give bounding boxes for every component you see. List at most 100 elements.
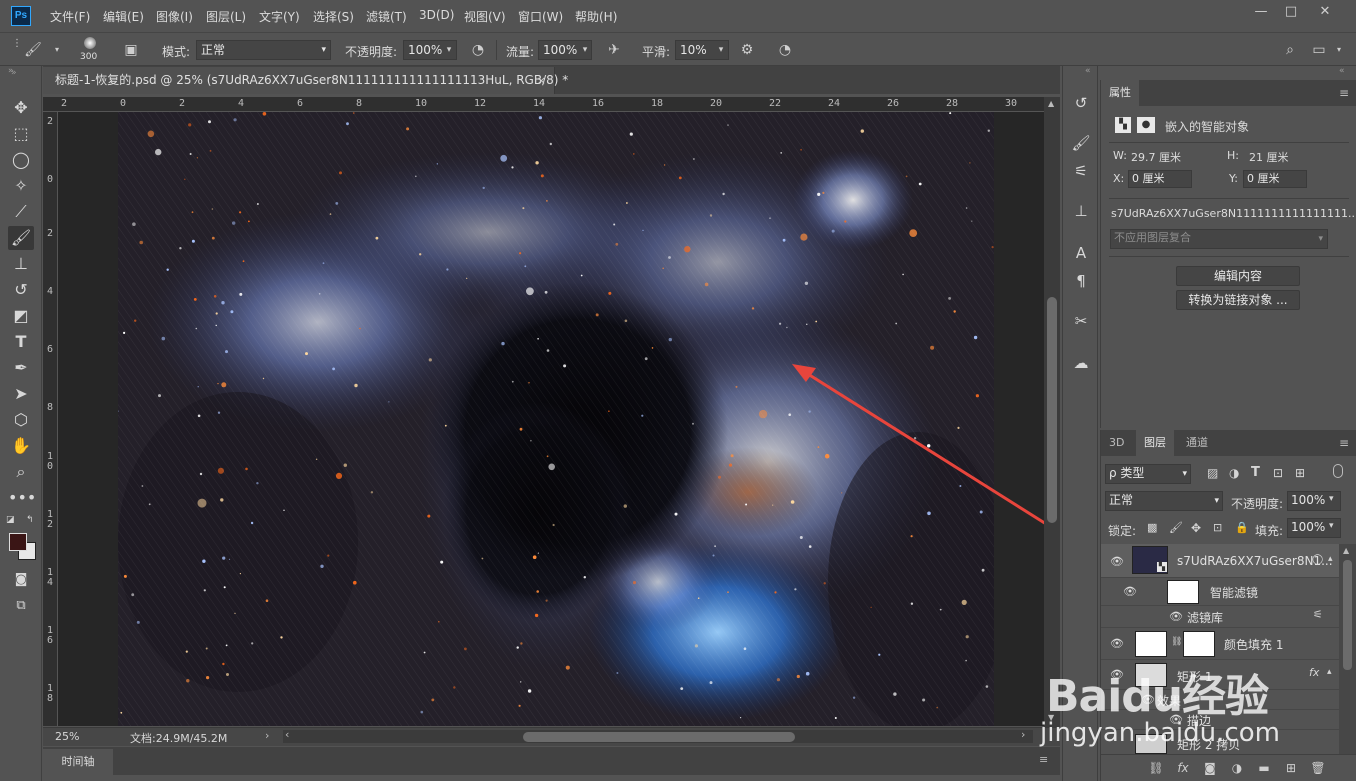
menu-edit[interactable]: 编辑(E)	[103, 8, 144, 25]
x-input[interactable]: 0 厘米	[1128, 170, 1192, 188]
eye-icon[interactable]: 👁	[1123, 585, 1137, 598]
lasso-tool-icon[interactable]: ◯	[8, 148, 34, 172]
airbrush-icon[interactable]: ✈	[605, 41, 623, 59]
maximize-button[interactable]: □	[1276, 2, 1306, 22]
chevron-down-icon[interactable]: ▾	[1330, 41, 1348, 59]
filter-blending-options-icon[interactable]: ⚟	[1313, 608, 1323, 621]
trash-icon[interactable]: 🗑	[1309, 760, 1327, 776]
filter-options-icon[interactable]: ◯	[1312, 554, 1323, 565]
new-group-icon[interactable]: ▬	[1255, 760, 1273, 776]
path-selection-tool-icon[interactable]: ➤	[8, 382, 34, 406]
lock-all-icon[interactable]: 🔒	[1235, 521, 1249, 534]
menu-type[interactable]: 文字(Y)	[259, 8, 300, 25]
menu-help[interactable]: 帮助(H)	[575, 8, 617, 25]
layers-scrollbar[interactable]: ▲	[1339, 544, 1356, 758]
expand-icon[interactable]: »	[11, 68, 17, 78]
eye-icon[interactable]: 👁	[1169, 610, 1183, 623]
marquee-tool-icon[interactable]: ⬚	[8, 122, 34, 146]
eraser-tool-icon[interactable]: ◩	[8, 304, 34, 328]
mode-select[interactable]: 正常 ▾	[196, 40, 331, 60]
scroll-up-icon[interactable]: ▲	[1343, 546, 1349, 555]
close-window-button[interactable]: ✕	[1310, 2, 1340, 22]
swap-colors-icon[interactable]: ↰	[26, 515, 34, 525]
menu-3d[interactable]: 3D(D)	[419, 8, 454, 22]
type-tool-icon[interactable]: T	[8, 330, 34, 354]
adjustments-icon[interactable]: ⚟	[1070, 160, 1092, 182]
libraries-icon[interactable]: ☁	[1070, 352, 1092, 374]
scrollbar-thumb[interactable]	[523, 732, 795, 742]
new-adjustment-icon[interactable]: ◑	[1228, 760, 1246, 776]
chevron-down-icon[interactable]: ▾	[1329, 521, 1334, 531]
layer-row-smart-filters[interactable]: 👁 智能滤镜	[1101, 578, 1339, 606]
close-icon[interactable]: ×	[537, 67, 546, 94]
search-icon[interactable]: ⌕	[1281, 41, 1299, 59]
more-tools-icon[interactable]: •••	[8, 486, 36, 510]
filter-smart-object-icon[interactable]: ⊞	[1295, 466, 1305, 480]
scrollbar-thumb[interactable]	[1343, 560, 1352, 670]
zoom-level[interactable]: 25%	[55, 730, 79, 743]
history-panel-icon[interactable]: ↺	[1070, 92, 1092, 114]
canvas-area[interactable]	[58, 112, 1044, 726]
chevron-down-icon[interactable]: ▾	[48, 41, 66, 59]
menu-window[interactable]: 窗口(W)	[518, 8, 563, 25]
panel-menu-icon[interactable]: ≡	[1339, 86, 1349, 100]
chevron-down-icon[interactable]: ▾	[441, 40, 457, 60]
tab-3d[interactable]: 3D	[1101, 430, 1132, 456]
horizontal-scrollbar[interactable]: ‹ ›	[283, 728, 1033, 743]
lock-transparent-icon[interactable]: ▩	[1147, 521, 1157, 534]
tool-presets-icon[interactable]: ✂	[1070, 310, 1092, 332]
history-brush-tool-icon[interactable]: ↺	[8, 278, 34, 302]
lock-artboard-icon[interactable]: ⊡	[1213, 521, 1222, 534]
hand-tool-icon[interactable]: ✋	[8, 434, 34, 458]
workspace-icon[interactable]: ▭	[1310, 41, 1328, 59]
clone-source-icon[interactable]: ⊥	[1070, 200, 1092, 222]
height-value[interactable]: 21 厘米	[1249, 149, 1289, 165]
tab-timeline[interactable]: 时间轴	[43, 749, 113, 775]
pen-tool-icon[interactable]: ✒	[8, 356, 34, 380]
convert-to-linked-button[interactable]: 转换为链接对象 ...	[1176, 290, 1300, 310]
filter-shape-icon[interactable]: ⊡	[1273, 466, 1283, 480]
tab-channels[interactable]: 通道	[1178, 430, 1216, 456]
brush-settings-icon[interactable]: 🖌	[1070, 132, 1092, 154]
quick-mask-icon[interactable]: ◙	[8, 568, 34, 592]
eyedropper-tool-icon[interactable]: ⟋	[8, 200, 34, 224]
document-tab[interactable]: 标题-1-恢复的.psd @ 25% (s7UdRAz6XX7uGser8N11…	[43, 67, 568, 94]
add-style-icon[interactable]: fx	[1174, 760, 1192, 776]
move-tool-icon[interactable]: ✥	[8, 96, 34, 120]
filter-pixel-icon[interactable]: ▨	[1207, 466, 1218, 480]
magic-wand-tool-icon[interactable]: ✧	[8, 174, 34, 198]
chevron-right-icon[interactable]: ›	[265, 729, 269, 742]
default-colors-icon[interactable]: ◪	[6, 515, 15, 525]
screen-mode-icon[interactable]: ⧉	[8, 594, 34, 618]
chevron-down-icon[interactable]: ▾	[577, 40, 593, 60]
new-layer-icon[interactable]: ⊞	[1282, 760, 1300, 776]
panel-menu-icon[interactable]: ≡	[1339, 436, 1349, 450]
menu-view[interactable]: 视图(V)	[464, 8, 506, 25]
eye-icon[interactable]: 👁	[1110, 555, 1124, 568]
width-value[interactable]: 29.7 厘米	[1131, 149, 1181, 165]
scroll-left-icon[interactable]: ‹	[285, 728, 289, 741]
layer-row-color-fill[interactable]: 👁 ⛓ 颜色填充 1	[1101, 628, 1339, 660]
menu-filter[interactable]: 滤镜(T)	[366, 8, 407, 25]
expand-icon[interactable]: «	[1085, 66, 1091, 76]
brush-tool-preset-icon[interactable]: 🖌	[24, 41, 42, 59]
layer-filter-kind[interactable]: ρ 类型 ▾	[1105, 464, 1191, 484]
brush-tool-icon[interactable]: 🖌	[8, 226, 34, 250]
edit-contents-button[interactable]: 编辑内容	[1176, 266, 1300, 286]
filter-type-icon[interactable]: T	[1251, 465, 1260, 480]
chevron-down-icon[interactable]: ▾	[1329, 494, 1334, 504]
brush-size-picker[interactable]: 300	[78, 35, 102, 65]
chevron-up-icon[interactable]: ▴	[1328, 554, 1333, 564]
eye-icon[interactable]: 👁	[1110, 637, 1124, 650]
filter-toggle-icon[interactable]	[1333, 464, 1343, 478]
link-layers-icon[interactable]: ⛓	[1147, 760, 1165, 776]
tab-layers[interactable]: 图层	[1136, 430, 1174, 456]
pressure-size-icon[interactable]: ◔	[776, 41, 794, 59]
chevron-down-icon[interactable]: ▾	[713, 40, 729, 60]
scrollbar-thumb[interactable]	[1047, 297, 1057, 523]
minimize-button[interactable]: —	[1246, 2, 1276, 22]
lock-pixels-icon[interactable]: 🖌	[1169, 521, 1183, 534]
character-panel-icon[interactable]: A	[1070, 242, 1092, 264]
collapse-icon[interactable]: «	[1339, 66, 1345, 76]
stamp-tool-icon[interactable]: ⊥	[8, 252, 34, 276]
